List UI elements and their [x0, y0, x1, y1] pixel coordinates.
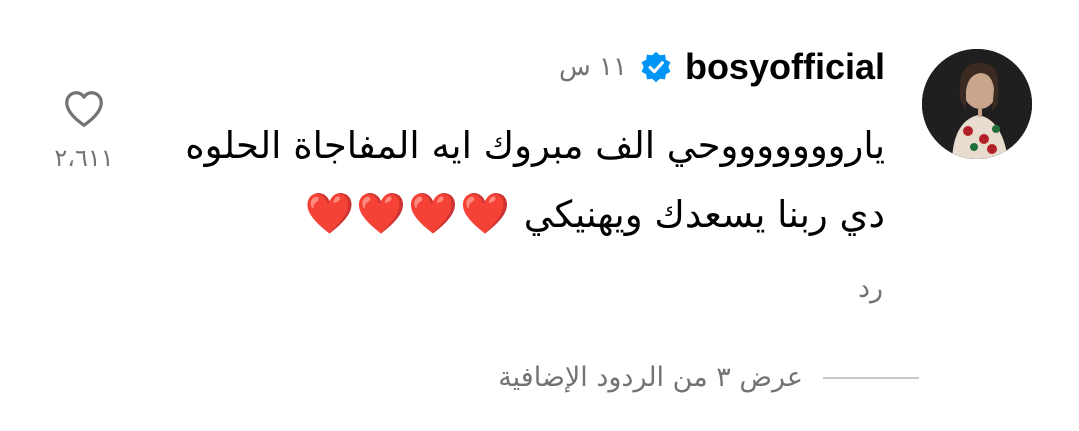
comment-header: bosyofficial ١١ س	[559, 43, 885, 91]
avatar[interactable]	[922, 49, 1032, 159]
heart-emoji: ❤️❤️❤️❤️	[304, 191, 512, 237]
comment-text: ياروووووووحي الف مبروك ايه المفاجاة الحل…	[185, 112, 885, 249]
heart-outline-icon[interactable]	[61, 86, 107, 132]
comment-line-2-text: دي ربنا يسعدك ويهنيكي	[523, 193, 885, 236]
comment-line-2: دي ربنا يسعدك ويهنيكي ❤️❤️❤️❤️	[185, 180, 885, 249]
verified-badge-icon	[639, 50, 673, 84]
username[interactable]: bosyofficial	[685, 46, 885, 88]
avatar-photo	[922, 49, 1032, 159]
view-replies-label: عرض ٣ من الردود الإضافية	[498, 362, 803, 393]
comment-line-1: ياروووووووحي الف مبروك ايه المفاجاة الحل…	[185, 124, 885, 167]
like-count: ٢،٦١١	[54, 144, 114, 172]
reply-button[interactable]: رد	[858, 273, 883, 304]
like-control: ٢،٦١١	[54, 86, 114, 172]
timestamp: ١١ س	[559, 52, 627, 82]
replies-divider	[823, 376, 919, 379]
view-replies-button[interactable]: عرض ٣ من الردود الإضافية	[498, 362, 919, 393]
